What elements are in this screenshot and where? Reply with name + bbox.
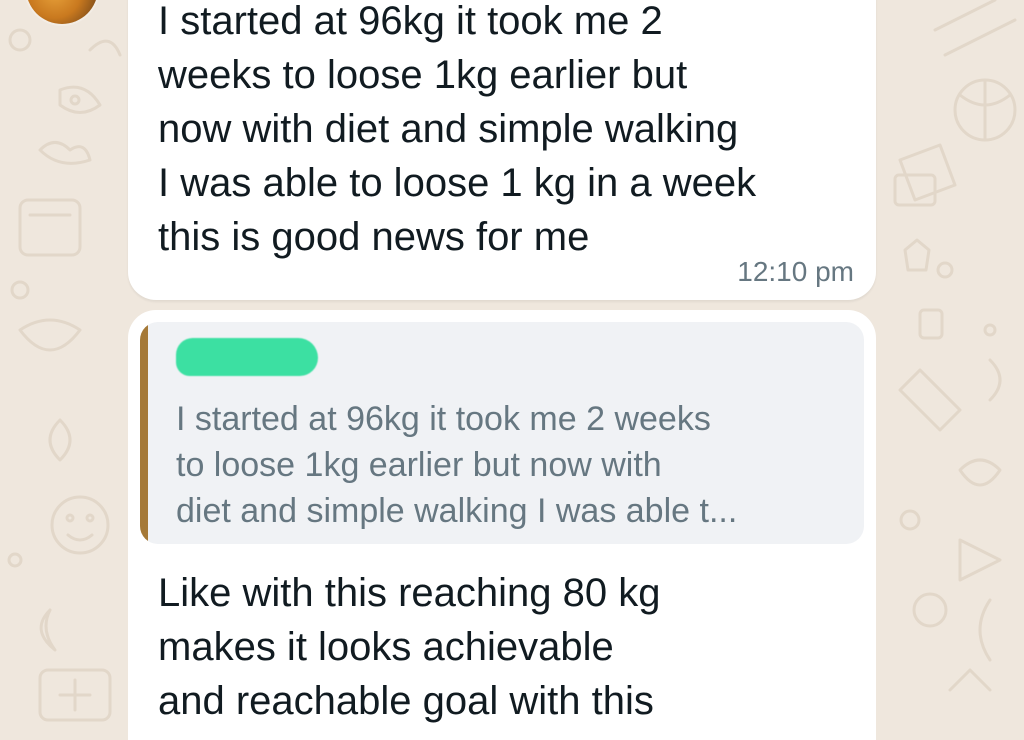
- message-line: I started at 96kg it took me 2: [158, 0, 663, 43]
- message-text: Like with this reaching 80 kg makes it l…: [158, 566, 661, 728]
- quoted-line: to loose 1kg earlier but now with: [176, 446, 662, 484]
- redacted-author-name: [176, 338, 318, 376]
- quoted-line: I started at 96kg it took me 2 weeks: [176, 400, 711, 438]
- message-bubble[interactable]: I started at 96kg it took me 2 weeks to …: [128, 0, 876, 300]
- message-text: I started at 96kg it took me 2 weeks to …: [158, 0, 756, 264]
- message-line: this is good news for me: [158, 215, 590, 259]
- quoted-message[interactable]: I started at 96kg it took me 2 weeks to …: [140, 322, 864, 544]
- message-line: weeks to loose 1kg earlier but: [158, 53, 688, 97]
- quoted-line: diet and simple walking I was able t...: [176, 492, 738, 530]
- message-timestamp: 12:10 pm: [737, 256, 854, 287]
- message-line: Like with this reaching 80 kg: [158, 571, 661, 615]
- reply-message-bubble[interactable]: I started at 96kg it took me 2 weeks to …: [128, 310, 876, 740]
- message-line: I was able to loose 1 kg in a week: [158, 161, 757, 205]
- message-line: makes it looks achievable: [158, 625, 614, 669]
- quoted-message-text: I started at 96kg it took me 2 weeks to …: [176, 396, 737, 534]
- message-line: now with diet and simple walking: [158, 107, 739, 151]
- quote-accent-bar: [140, 322, 148, 544]
- message-line: and reachable goal with this: [158, 679, 654, 723]
